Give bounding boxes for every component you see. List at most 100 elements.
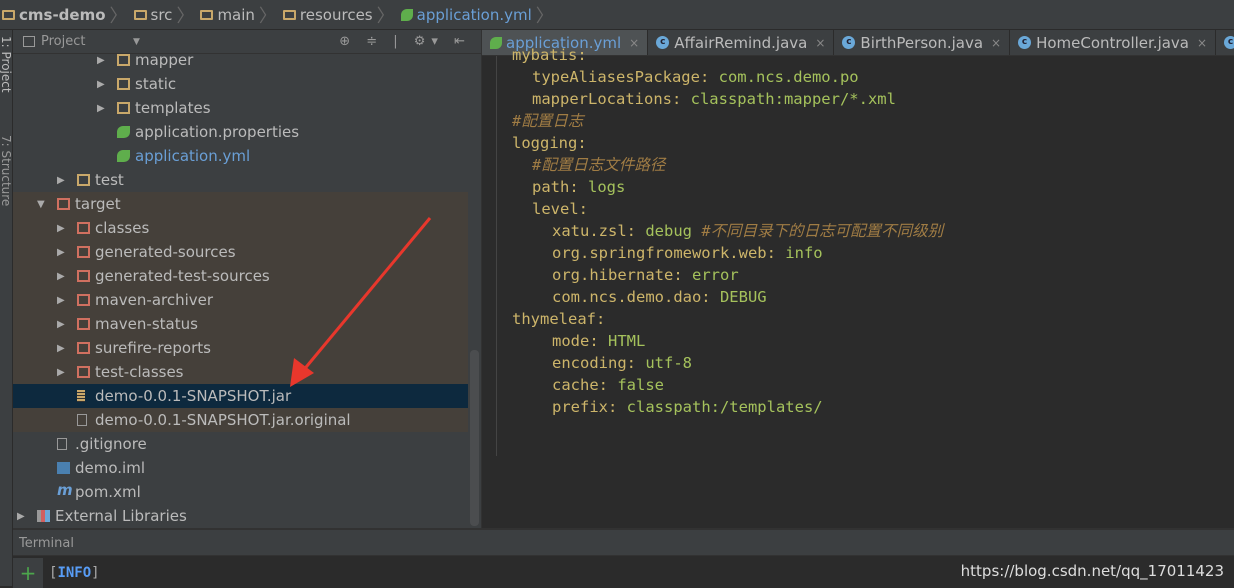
tree-item[interactable]: demo.iml	[13, 456, 468, 480]
tree-item[interactable]: ▶ generated-test-sources	[13, 264, 468, 288]
tree-item[interactable]: ▼ target	[13, 192, 468, 216]
yaml-key: typeAliasesPackage:	[532, 68, 710, 86]
chevron-right-icon[interactable]: ▶	[17, 511, 25, 522]
tree-item-label: demo.iml	[75, 459, 145, 477]
tree-item[interactable]: ▶ maven-archiver	[13, 288, 468, 312]
breadcrumb-item[interactable]: src 〉	[132, 2, 199, 28]
tree-item[interactable]: ▶ maven-status	[13, 312, 468, 336]
chevron-right-icon[interactable]: ▶	[57, 319, 65, 330]
chevron-right-icon[interactable]: ▶	[57, 247, 65, 258]
chevron-right-icon[interactable]: ▶	[57, 343, 65, 354]
tree-item[interactable]: demo-0.0.1-SNAPSHOT.jar	[13, 384, 468, 408]
terminal-output[interactable]: [INFO]	[49, 565, 100, 581]
tree-item[interactable]: .gitignore	[13, 432, 468, 456]
code-line: encoding: utf-8	[552, 352, 692, 374]
tree-item[interactable]: ▶ mapper	[13, 48, 468, 72]
tree-item-label: static	[135, 75, 177, 93]
tab-u[interactable]: cU	[1216, 30, 1234, 55]
excluded-folder-icon	[77, 270, 90, 282]
folder-icon	[77, 174, 90, 186]
breadcrumb-item[interactable]: main 〉	[198, 2, 280, 28]
tree-item[interactable]: ▶ test-classes	[13, 360, 468, 384]
class-icon: c	[1018, 36, 1032, 49]
chevron-right-icon[interactable]: ▶	[57, 271, 65, 282]
yaml-key: org.springfromework.web:	[552, 244, 776, 262]
chevron-right-icon[interactable]: ▶	[97, 79, 105, 90]
tree-item-label: generated-sources	[95, 243, 236, 261]
breadcrumb-label: main	[217, 5, 255, 24]
tool-tab-project[interactable]: 1: Project	[0, 36, 13, 93]
breadcrumb-label: src	[150, 5, 173, 24]
tree-item-label: maven-archiver	[95, 291, 214, 309]
tree-item[interactable]: ▶ surefire-reports	[13, 336, 468, 360]
breadcrumb-label: resources	[299, 5, 373, 24]
tab-label: HomeController.java	[1036, 33, 1189, 52]
tab-birthperson-java[interactable]: c BirthPerson.java ×	[834, 30, 1011, 55]
tree-item-label: target	[75, 195, 121, 213]
chevron-right-icon[interactable]: ▶	[57, 175, 65, 186]
close-icon[interactable]: ×	[991, 36, 1001, 50]
close-icon[interactable]: ×	[815, 36, 825, 50]
tree-item-label: test-classes	[95, 363, 184, 381]
close-icon[interactable]: ×	[1197, 36, 1207, 50]
chevron-down-icon[interactable]: ▼	[37, 199, 45, 210]
unknown-file-icon	[77, 414, 87, 426]
tree-scrollbar[interactable]	[470, 350, 479, 526]
chevron-right-icon[interactable]: ▶	[57, 295, 65, 306]
breadcrumb-item[interactable]: cms-demo 〉	[0, 2, 132, 28]
tree-item[interactable]: ▶ External Libraries	[13, 504, 468, 528]
tree-item[interactable]: demo-0.0.1-SNAPSHOT.jar.original	[13, 408, 468, 432]
chevron-right-icon[interactable]: ▶	[57, 367, 65, 378]
tree-item[interactable]: m pom.xml	[13, 480, 468, 504]
tree-item[interactable]: ▶ test	[13, 168, 468, 192]
tree-item-label: demo-0.0.1-SNAPSHOT.jar.original	[95, 411, 351, 429]
code-line: com.ncs.demo.dao: DEBUG	[552, 286, 767, 308]
close-icon[interactable]: ×	[629, 36, 639, 50]
panel-tools[interactable]: ⊕ ≑ | ⚙▾ ⇤	[339, 34, 471, 49]
tree-item[interactable]: application.yml	[13, 144, 468, 168]
code-line: mapperLocations: classpath:mapper/*.xml	[532, 88, 896, 110]
spring-icon	[400, 8, 413, 21]
yaml-key: mapperLocations:	[532, 90, 682, 108]
text-file-icon	[57, 438, 67, 450]
code-line: org.springfromework.web: info	[552, 242, 823, 264]
excluded-folder-icon	[77, 294, 90, 306]
chevron-right-icon: 〉	[258, 5, 277, 27]
yaml-key: logging:	[512, 134, 587, 152]
chevron-right-icon[interactable]: ▶	[97, 55, 105, 66]
tree-item[interactable]: ▶ classes	[13, 216, 468, 240]
yaml-value: utf-8	[636, 354, 692, 372]
project-view-select[interactable]: Project	[41, 34, 85, 49]
yaml-key: mode:	[552, 332, 599, 350]
tab-homecontroller-java[interactable]: c HomeController.java ×	[1010, 30, 1217, 55]
tool-tab-structure[interactable]: 7: Structure	[0, 135, 13, 206]
new-terminal-button[interactable]: +	[13, 558, 43, 588]
code-line: cache: false	[552, 374, 664, 396]
folder-icon	[117, 102, 130, 114]
chevron-right-icon[interactable]: ▶	[57, 223, 65, 234]
iml-icon	[57, 462, 70, 474]
tree-item[interactable]: ▶ templates	[13, 96, 468, 120]
navigation-breadcrumb: cms-demo 〉 src 〉 main 〉 resources 〉 application.…	[0, 0, 1234, 30]
tab-affairremind-java[interactable]: c AffairRemind.java ×	[648, 30, 835, 55]
tree-item[interactable]: application.properties	[13, 120, 468, 144]
tree-item[interactable]: ▶ generated-sources	[13, 240, 468, 264]
yaml-value: logs	[578, 178, 626, 196]
tree-item-label: application.yml	[135, 147, 251, 165]
excluded-folder-icon	[77, 342, 90, 354]
folder-icon	[282, 9, 296, 20]
yaml-value: classpath:mapper/*.xml	[681, 90, 896, 108]
tree-item-label: surefire-reports	[95, 339, 211, 357]
chevron-right-icon: 〉	[176, 5, 195, 27]
yaml-value: debug	[636, 222, 702, 240]
tab-label: AffairRemind.java	[674, 33, 808, 52]
chevron-down-icon[interactable]: ▼	[133, 37, 140, 47]
chevron-right-icon: 〉	[535, 5, 554, 27]
breadcrumb-item[interactable]: application.yml 〉	[399, 2, 558, 28]
excluded-folder-icon	[77, 318, 90, 330]
tree-item-label: External Libraries	[55, 507, 187, 525]
chevron-right-icon[interactable]: ▶	[97, 103, 105, 114]
tree-item[interactable]: ▶ static	[13, 72, 468, 96]
breadcrumb-item[interactable]: resources 〉	[281, 2, 399, 28]
yaml-value: false	[608, 376, 664, 394]
